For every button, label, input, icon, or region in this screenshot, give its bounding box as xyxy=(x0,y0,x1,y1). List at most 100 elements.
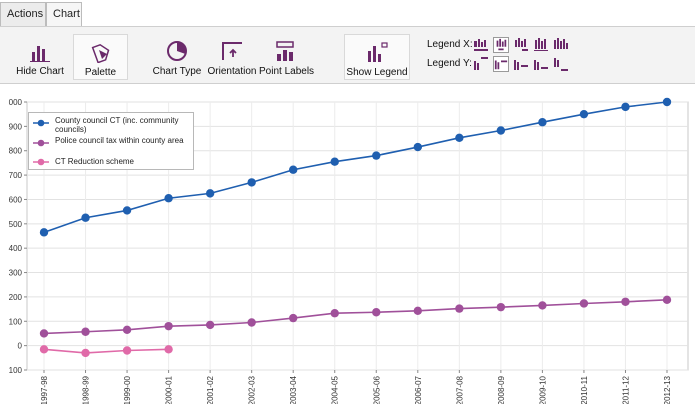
legend-x-label: Legend X: xyxy=(427,39,473,50)
data-point-series-1 xyxy=(496,126,506,135)
data-point-series-2 xyxy=(579,299,589,308)
data-point-series-2 xyxy=(205,320,215,330)
legend-x-left-icon[interactable] xyxy=(473,37,489,53)
y-tick-label: 000 xyxy=(9,98,23,107)
data-point-series-1 xyxy=(662,97,672,107)
y-tick-label: 500 xyxy=(9,220,23,229)
legend-item-county-council: County council CT (inc. community counci… xyxy=(29,116,195,134)
x-tick-label: 1999-00 xyxy=(123,375,132,404)
chart-legend: County council CT (inc. community counci… xyxy=(28,112,194,170)
x-tick-label: 2009-10 xyxy=(538,375,547,404)
show-legend-label: Show Legend xyxy=(346,67,408,78)
data-point-series-2 xyxy=(538,301,547,310)
x-tick-label: 2005-06 xyxy=(372,375,381,404)
show-legend-icon xyxy=(368,42,388,62)
chart-type-label: Chart Type xyxy=(152,66,202,77)
chart-type-button[interactable]: Chart Type xyxy=(151,34,203,80)
x-tick-label: 2000-01 xyxy=(165,375,174,404)
x-tick-label: 2008-09 xyxy=(497,375,506,404)
legend-x-right-icon[interactable] xyxy=(513,37,529,53)
x-tick-label: 2004-05 xyxy=(331,375,340,404)
x-tick-label: 2007-08 xyxy=(455,375,464,404)
x-tick-label: 2003-04 xyxy=(289,375,298,404)
x-tick-label: 2006-07 xyxy=(414,375,423,404)
data-point-series-1 xyxy=(122,206,132,215)
show-legend-button[interactable]: Show Legend xyxy=(344,34,410,80)
data-point-series-1 xyxy=(81,213,90,222)
data-point-series-1 xyxy=(372,151,381,160)
palette-label: Palette xyxy=(84,67,117,78)
y-tick-label: 800 xyxy=(9,147,23,156)
data-point-series-1 xyxy=(579,109,589,119)
legend-y-label: Legend Y: xyxy=(427,58,472,69)
data-point-series-2 xyxy=(122,325,132,334)
y-tick-label: 900 xyxy=(9,122,23,131)
hide-chart-button[interactable]: Hide Chart xyxy=(14,34,66,80)
palette-icon xyxy=(91,43,109,63)
point-labels-button[interactable]: Point Labels xyxy=(259,34,315,80)
data-point-series-2 xyxy=(413,306,422,315)
point-labels-label: Point Labels xyxy=(259,66,315,77)
data-point-series-1 xyxy=(247,178,256,187)
legend-marker-series-1 xyxy=(33,119,49,127)
legend-y-bottom-icon[interactable] xyxy=(553,56,569,72)
data-point-series-3 xyxy=(164,345,173,354)
y-tick-label: 200 xyxy=(9,293,23,302)
x-tick-label: 2001-02 xyxy=(206,375,215,404)
legend-y-lower-icon[interactable] xyxy=(533,56,549,72)
data-point-series-2 xyxy=(496,302,506,312)
data-point-series-3 xyxy=(122,346,132,355)
legend-marker-series-2 xyxy=(33,139,49,147)
legend-marker-series-3 xyxy=(33,158,49,166)
tab-actions[interactable]: Actions xyxy=(0,2,46,27)
data-point-series-1 xyxy=(289,165,298,174)
data-point-series-2 xyxy=(662,295,672,305)
y-tick-label: 100 xyxy=(9,317,23,326)
tab-chart[interactable]: Chart xyxy=(46,2,82,27)
legend-y-upper-icon[interactable] xyxy=(493,56,509,72)
y-tick-label: 700 xyxy=(9,171,23,180)
x-tick-label: 2010-11 xyxy=(580,375,589,404)
y-tick-label: 600 xyxy=(9,195,23,204)
data-point-series-2 xyxy=(289,313,298,323)
data-point-series-3 xyxy=(39,345,49,354)
legend-item-ct-reduction: CT Reduction scheme xyxy=(29,157,195,169)
data-point-series-2 xyxy=(455,304,464,313)
data-point-series-1 xyxy=(330,157,339,166)
x-tick-label: 2011-12 xyxy=(621,375,630,404)
legend-x-far-right-icon[interactable] xyxy=(553,37,569,53)
data-point-series-2 xyxy=(621,297,630,306)
data-point-series-2 xyxy=(372,308,381,317)
data-point-series-2 xyxy=(81,327,90,336)
x-tick-label: 2002-03 xyxy=(248,375,257,404)
data-point-series-2 xyxy=(39,329,49,338)
orientation-label: Orientation xyxy=(207,66,257,77)
legend-x-overlay-icon[interactable] xyxy=(533,37,549,53)
chart-ribbon: Hide Chart Palette Chart Type Orientatio… xyxy=(0,26,695,84)
data-point-series-2 xyxy=(330,309,339,318)
y-tick-label: 0 xyxy=(18,342,23,351)
palette-button[interactable]: Palette xyxy=(73,34,128,80)
x-tick-label: 2012-13 xyxy=(663,375,672,404)
data-point-series-3 xyxy=(81,348,90,358)
data-point-series-1 xyxy=(538,118,547,127)
hide-chart-label: Hide Chart xyxy=(16,66,64,77)
tab-bar: Actions Chart xyxy=(0,0,695,27)
data-point-series-1 xyxy=(164,194,173,203)
data-point-series-2 xyxy=(247,318,256,327)
data-point-series-1 xyxy=(205,189,215,198)
data-point-series-1 xyxy=(455,133,464,143)
legend-label-series-3: CT Reduction scheme xyxy=(55,157,134,166)
legend-label-series-1: County council CT (inc. community counci… xyxy=(55,116,179,134)
legend-y-top-icon[interactable] xyxy=(473,56,489,72)
data-point-series-1 xyxy=(413,142,422,152)
y-tick-label: 400 xyxy=(9,244,23,253)
point-labels-icon xyxy=(276,41,294,61)
data-point-series-1 xyxy=(621,102,630,112)
data-point-series-2 xyxy=(164,321,173,331)
legend-item-police-council-tax: Police council tax within county area xyxy=(29,136,195,154)
orientation-button[interactable]: Orientation xyxy=(206,34,258,80)
legend-y-middle-icon[interactable] xyxy=(513,56,529,72)
legend-label-series-2: Police council tax within county area xyxy=(55,136,184,145)
legend-x-center-icon[interactable] xyxy=(493,37,509,53)
